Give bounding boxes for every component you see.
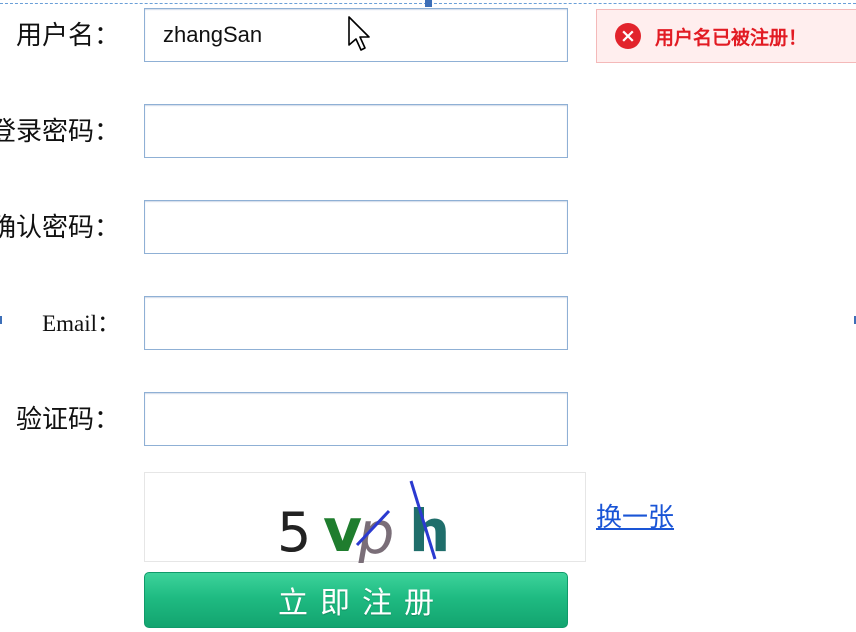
selection-handle[interactable] xyxy=(425,0,432,7)
captcha-graphic: 5 v p h xyxy=(277,480,450,563)
confirm-password-label: 确认密码： xyxy=(0,213,120,243)
captcha-input[interactable] xyxy=(144,392,568,446)
username-error-text: 用户名已被注册！ xyxy=(655,26,808,49)
captcha-label: 验证码： xyxy=(15,405,120,435)
email-label: Email： xyxy=(42,311,120,336)
register-button[interactable]: 立即注册 xyxy=(144,572,568,628)
selection-handle-left[interactable] xyxy=(0,316,2,324)
captcha-char-4: h xyxy=(409,497,450,563)
refresh-captcha-link[interactable]: 换一张 xyxy=(596,497,674,534)
password-label: 登录密码： xyxy=(0,117,120,147)
password-input[interactable] xyxy=(144,104,568,158)
email-input[interactable] xyxy=(144,296,568,350)
mouse-cursor-icon xyxy=(348,16,370,51)
confirm-password-input[interactable] xyxy=(144,200,568,254)
captcha-char-1: 5 xyxy=(277,501,311,563)
username-error-tip: × 用户名已被注册！ xyxy=(596,9,856,63)
close-circle-icon: × xyxy=(615,23,641,49)
username-label: 用户名： xyxy=(15,21,120,51)
captcha-image[interactable]: 5 v p h xyxy=(144,472,586,563)
